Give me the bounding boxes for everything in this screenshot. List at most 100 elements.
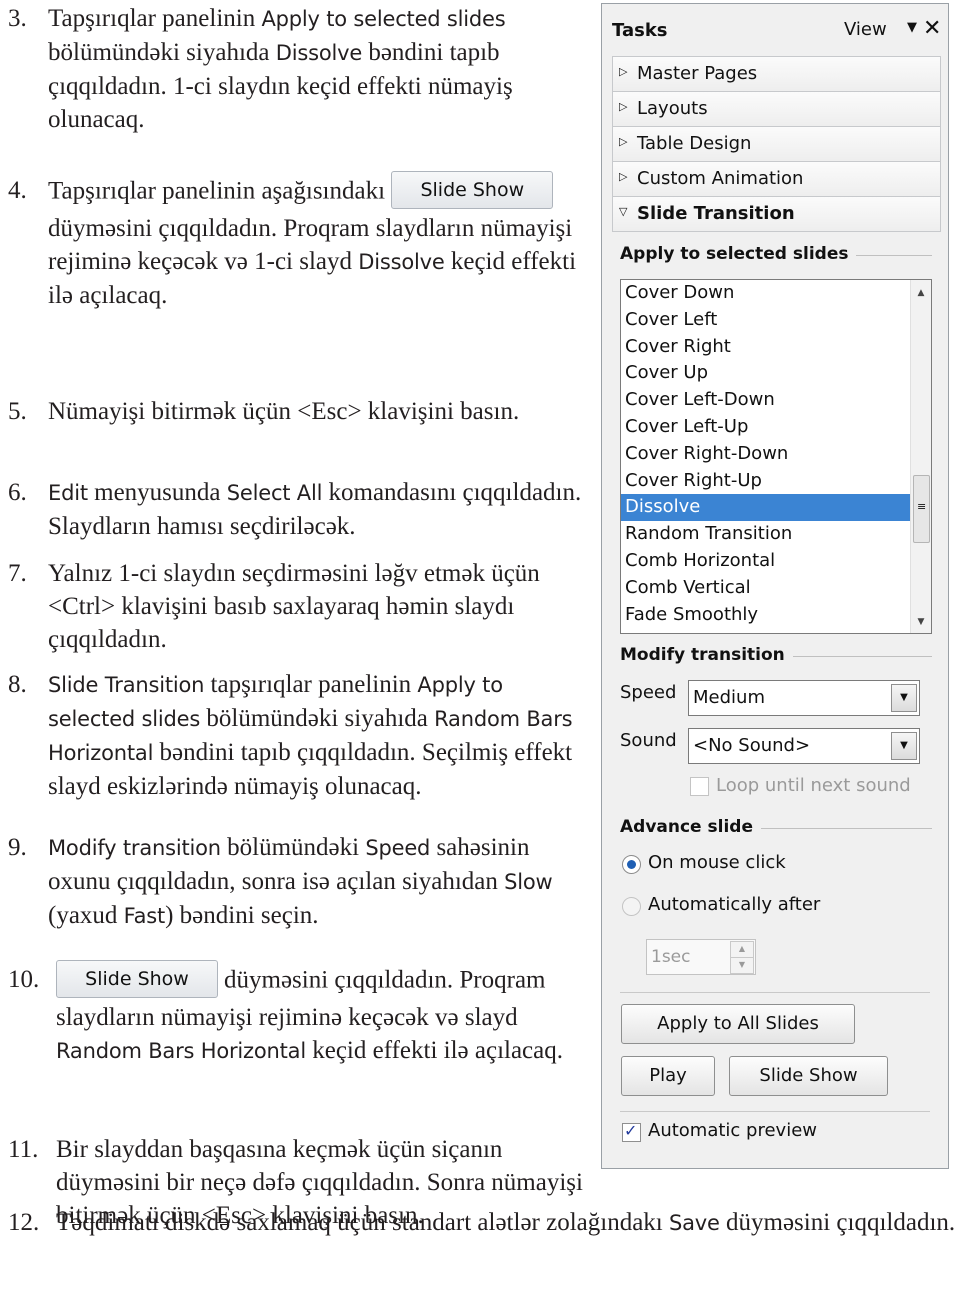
step-text-run: Tapşırıqlar panelinin xyxy=(48,5,262,32)
section-slide-transition[interactable]: ▽ Slide Transition xyxy=(612,196,941,232)
scroll-down-icon[interactable]: ▼ xyxy=(911,617,931,627)
transition-item[interactable]: Cover Left xyxy=(621,307,931,334)
dropdown-arrow-icon[interactable]: ▼ xyxy=(891,684,917,712)
close-icon[interactable]: ✕ xyxy=(923,16,941,41)
speed-label: Speed xyxy=(620,682,677,703)
slide-show-button[interactable]: Slide Show xyxy=(729,1056,888,1096)
step-text: Slide Show düyməsini çıqqıldadın. Proqram… xyxy=(56,960,583,1068)
step-number: 6. xyxy=(8,479,27,506)
on-click-radio[interactable] xyxy=(622,855,641,874)
ui-term: Apply to selected slides xyxy=(261,7,506,31)
transition-item[interactable]: Cover Right-Down xyxy=(621,441,931,468)
transition-item[interactable]: Cover Up xyxy=(621,360,931,387)
transition-item[interactable]: Cover Left-Up xyxy=(621,414,931,441)
ui-term: Edit xyxy=(48,481,88,505)
section-label: Custom Animation xyxy=(637,168,804,189)
ui-term: Select All xyxy=(226,481,323,505)
auto-after-spinner[interactable]: 1sec ▲ ▼ xyxy=(646,939,756,975)
step-number: 4. xyxy=(8,177,27,204)
step-text-run: bölümündəki siyahıda xyxy=(48,39,276,66)
chevron-down-icon[interactable]: ▼ xyxy=(907,20,917,35)
step-text-run: (yaxud xyxy=(48,902,124,929)
instruction-step: 3. Tapşırıqlar panelinin Apply to selecte… xyxy=(8,2,583,136)
step-text-run: keçid effekti ilə açılacaq. xyxy=(305,1037,563,1064)
view-menu[interactable]: View xyxy=(844,19,887,40)
step-number: 11. xyxy=(8,1136,39,1163)
expand-arrow-icon: ▷ xyxy=(619,135,628,148)
section-master-pages[interactable]: ▷ Master Pages xyxy=(612,56,941,91)
final-step: 12. Təqdimatı diskdə saxlamaq üçün stand… xyxy=(8,1206,958,1240)
step-text: Yalnız 1-ci slaydın seçdirməsini ləğv et… xyxy=(48,557,583,656)
loop-label: Loop until next sound xyxy=(716,775,911,796)
transition-item[interactable]: Comb Vertical xyxy=(621,575,931,602)
scroll-up-icon[interactable]: ▲ xyxy=(911,288,931,298)
step-text-run: Təqdimatı diskdə saxlamaq üçün standart … xyxy=(56,1209,669,1236)
step-number: 5. xyxy=(8,398,27,425)
step-text: Modify transition bölümündəki Speed sahə… xyxy=(48,831,583,933)
step-number: 10. xyxy=(8,966,40,993)
on-click-label: On mouse click xyxy=(648,852,786,873)
advance-group-label: Advance slide xyxy=(620,817,761,837)
section-table-design[interactable]: ▷ Table Design xyxy=(612,126,941,161)
instruction-step: 9. Modify transition bölümündəki Speed sa… xyxy=(8,831,583,933)
instruction-step: 10. Slide Show düyməsini çıqqıldadın. Proq… xyxy=(8,960,583,1068)
play-button[interactable]: Play xyxy=(621,1056,715,1096)
step-text-run: düyməsini çıqqıldadın. xyxy=(719,1209,956,1236)
step-text: Slide Transition tapşırıqlar panelinin A… xyxy=(48,668,583,803)
transition-item[interactable]: Cover Right-Up xyxy=(621,468,931,495)
auto-preview-checkbox[interactable] xyxy=(622,1121,641,1142)
section-label: Master Pages xyxy=(637,63,758,84)
section-layouts[interactable]: ▷ Layouts xyxy=(612,91,941,126)
ui-term: Dissolve xyxy=(275,41,363,65)
step-text: Tapşırıqlar panelinin aşağısındakı Slide… xyxy=(48,171,583,312)
group-divider xyxy=(750,828,932,829)
group-divider xyxy=(792,656,932,657)
section-label: Slide Transition xyxy=(637,203,795,224)
step-text-run: bölümündəki xyxy=(220,834,366,861)
sound-label: Sound xyxy=(620,730,677,751)
dropdown-arrow-icon[interactable]: ▼ xyxy=(891,732,917,760)
section-label: Table Design xyxy=(637,133,752,154)
step-text: Nümayişi bitirmək üçün <Esc> klavişini b… xyxy=(48,395,583,428)
sound-select[interactable]: <No Sound> ▼ xyxy=(688,728,920,764)
step-text-run: ) bəndini seçin. xyxy=(165,902,319,929)
step-number: 8. xyxy=(8,671,27,698)
step-number: 9. xyxy=(8,834,27,861)
ui-term: Slow xyxy=(504,870,553,894)
transition-item[interactable]: Cover Down xyxy=(621,280,931,307)
step-number: 12. xyxy=(8,1209,40,1236)
loop-checkbox[interactable] xyxy=(690,777,709,796)
expand-arrow-icon: ▷ xyxy=(619,65,628,78)
ui-term: Random Bars Horizontal xyxy=(56,1039,306,1063)
step-text: Edit menyusunda Select All komandasını ç… xyxy=(48,476,583,543)
ui-term: Slide Transition xyxy=(48,673,205,697)
transition-item[interactable]: Cover Left-Down xyxy=(621,387,931,414)
step-text-run: tapşırıqlar panelinin xyxy=(204,671,418,698)
step-text-run: Nümayişi bitirmək üçün <Esc> klavişini b… xyxy=(48,398,520,425)
transition-items: Cover Down Cover Left Cover Right Cover Up C… xyxy=(621,280,931,628)
auto-after-radio[interactable] xyxy=(622,897,641,916)
transition-item[interactable]: Fade Smoothly xyxy=(621,602,931,629)
transition-item[interactable]: Random Transition xyxy=(621,521,931,548)
transition-item[interactable]: Comb Horizontal xyxy=(621,548,931,575)
step-text-run: menyusunda xyxy=(87,479,227,506)
spin-down-icon[interactable]: ▼ xyxy=(730,957,754,974)
transition-item[interactable]: Cover Right xyxy=(621,334,931,361)
list-scrollbar[interactable]: ▲ ≡ ▼ xyxy=(910,280,931,633)
ui-term: Save xyxy=(669,1211,720,1235)
speed-select[interactable]: Medium ▼ xyxy=(688,680,920,716)
ui-term: Fast xyxy=(123,904,166,928)
spin-up-icon[interactable]: ▲ xyxy=(730,941,754,958)
step-number: 7. xyxy=(8,560,27,587)
grip-icon: ≡ xyxy=(917,500,927,513)
transition-item[interactable]: Dissolve xyxy=(621,494,931,522)
apply-to-all-button[interactable]: Apply to All Slides xyxy=(621,1004,855,1044)
section-label: Layouts xyxy=(637,98,708,119)
scroll-thumb[interactable]: ≡ xyxy=(913,475,930,543)
auto-preview-label: Automatic preview xyxy=(648,1120,817,1141)
step-text: Tapşırıqlar panelinin Apply to selected … xyxy=(48,2,583,136)
transition-list[interactable]: Cover Down Cover Left Cover Right Cover Up C… xyxy=(620,279,932,634)
apply-group-label: Apply to selected slides xyxy=(620,244,857,264)
tasks-pane: Tasks View ▼ ✕ ▷ Master Pages ▷ Layouts ▷ T… xyxy=(601,3,949,1169)
section-custom-animation[interactable]: ▷ Custom Animation xyxy=(612,161,941,196)
